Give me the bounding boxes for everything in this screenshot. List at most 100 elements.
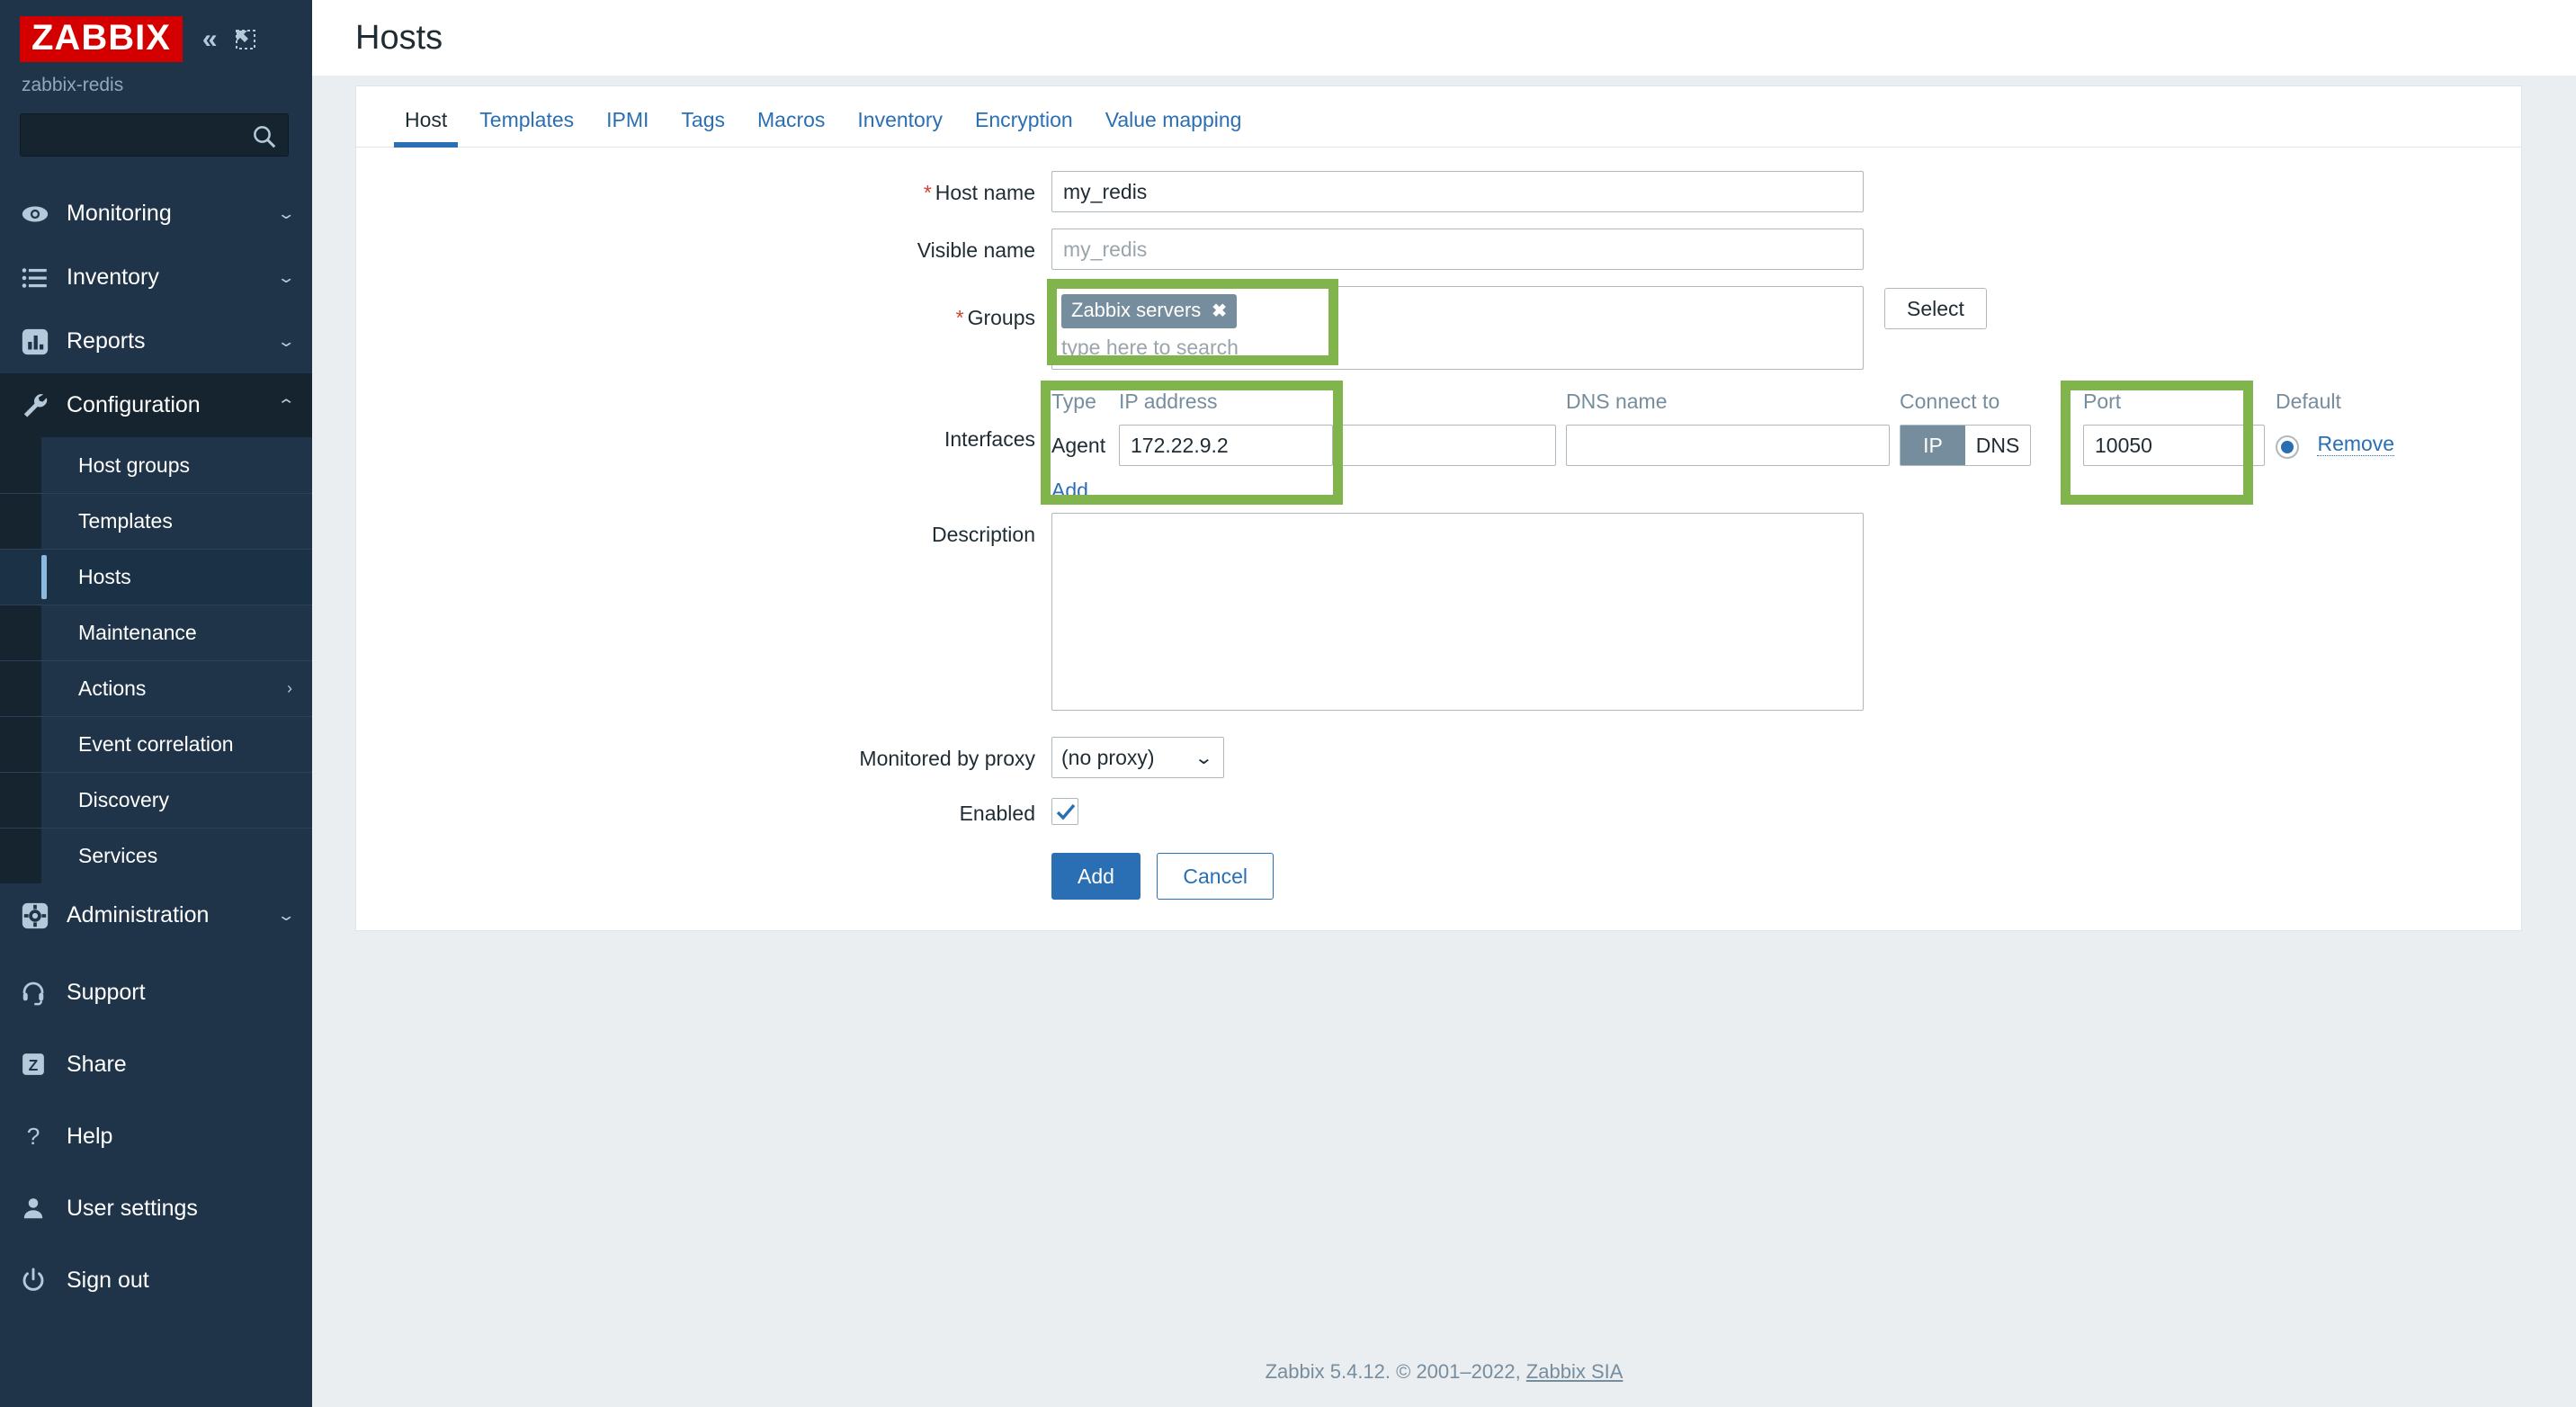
add-button[interactable]: Add xyxy=(1051,853,1140,900)
enabled-checkbox[interactable] xyxy=(1051,798,1078,825)
interface-ip-cell xyxy=(1110,425,1333,466)
col-dns-name: DNS name xyxy=(1566,390,1890,414)
groups-search-placeholder[interactable]: type here to search xyxy=(1061,336,1854,360)
host-form-card: Host Templates IPMI Tags Macros Inventor… xyxy=(355,85,2522,931)
select-button[interactable]: Select xyxy=(1884,288,1987,329)
eye-icon xyxy=(20,199,61,229)
sidebar-item-support[interactable]: Support xyxy=(0,956,312,1028)
server-name: zabbix-redis xyxy=(22,75,292,96)
actions-spacer xyxy=(356,853,1051,863)
sidebar-lower-nav: Support Z Share ? Help xyxy=(0,956,312,1316)
tab-value-mapping[interactable]: Value mapping xyxy=(1089,108,1258,147)
interface-ip-extra-input[interactable] xyxy=(1333,425,1556,466)
field-visible-name: Visible name xyxy=(356,229,2521,270)
sidebar-item-user-settings[interactable]: User settings xyxy=(0,1172,312,1244)
interface-port-input[interactable] xyxy=(2083,425,2265,466)
sidebar-item-services[interactable]: Services xyxy=(0,828,312,883)
page-header: Hosts xyxy=(312,0,2576,76)
tab-ipmi[interactable]: IPMI xyxy=(590,108,665,147)
description-textarea[interactable] xyxy=(1051,513,1864,711)
sidebar-subitem-label: Host groups xyxy=(78,453,190,478)
add-interface-link[interactable]: Add xyxy=(1051,479,1088,504)
tab-tags[interactable]: Tags xyxy=(665,108,741,147)
sidebar-subitem-label: Services xyxy=(78,844,157,868)
sidebar-item-label: Inventory xyxy=(67,264,280,291)
svg-text:Z: Z xyxy=(29,1056,39,1074)
interface-ip-input[interactable] xyxy=(1119,425,1333,466)
proxy-select[interactable]: (no proxy) xyxy=(1051,737,1224,778)
sidebar-item-reports[interactable]: Reports ⌄ xyxy=(0,309,312,373)
cancel-button[interactable]: Cancel xyxy=(1157,853,1274,900)
field-description: Description xyxy=(356,513,2521,715)
sidebar-item-hosts[interactable]: Hosts xyxy=(0,549,312,605)
bar-chart-icon xyxy=(20,327,61,357)
sidebar-item-sign-out[interactable]: Sign out xyxy=(0,1244,312,1316)
footer-link[interactable]: Zabbix SIA xyxy=(1526,1360,1623,1383)
remove-interface-link[interactable]: Remove xyxy=(2317,432,2394,456)
tab-inventory[interactable]: Inventory xyxy=(841,108,959,147)
form-tabs: Host Templates IPMI Tags Macros Inventor… xyxy=(356,86,2521,148)
tab-macros[interactable]: Macros xyxy=(741,108,841,147)
sidebar-item-configuration[interactable]: Configuration ⌃ xyxy=(0,373,312,437)
visible-name-input[interactable] xyxy=(1051,229,1864,270)
field-host-name: *Host name xyxy=(356,171,2521,212)
groups-multiselect-wrap: Zabbix servers ✖ type here to search Sel… xyxy=(1051,286,1864,370)
connect-to-ip-option[interactable]: IP xyxy=(1901,426,1965,465)
sidebar-item-templates[interactable]: Templates xyxy=(0,493,312,549)
sidebar-item-monitoring[interactable]: Monitoring ⌄ xyxy=(0,182,312,246)
default-interface-radio[interactable] xyxy=(2276,435,2299,459)
col-connect-to: Connect to xyxy=(1900,390,2065,414)
chevron-down-icon: ⌄ xyxy=(276,333,295,351)
col-default: Default xyxy=(2276,390,2521,414)
svg-text:?: ? xyxy=(27,1123,40,1150)
host-name-input[interactable] xyxy=(1051,171,1864,212)
sidebar-item-host-groups[interactable]: Host groups xyxy=(0,437,312,493)
collapse-panel-icon[interactable] xyxy=(234,28,257,51)
sidebar-item-event-correlation[interactable]: Event correlation xyxy=(0,716,312,772)
interface-row: Agent xyxy=(1051,425,2521,466)
field-interfaces: Interfaces Type IP address DNS name Conn… xyxy=(356,390,2521,504)
sidebar-nav: Monitoring ⌄ Inventory ⌄ xyxy=(0,182,312,947)
description-label: Description xyxy=(356,513,1051,547)
search-input[interactable] xyxy=(20,113,289,157)
sidebar-item-label: Share xyxy=(67,1052,292,1078)
sidebar-item-share[interactable]: Z Share xyxy=(0,1028,312,1100)
field-enabled: Enabled xyxy=(356,798,2521,826)
interface-port-cell xyxy=(2074,425,2265,466)
close-icon[interactable]: ✖ xyxy=(1212,300,1227,322)
groups-multiselect[interactable]: Zabbix servers ✖ type here to search xyxy=(1051,286,1864,370)
power-icon xyxy=(20,1267,61,1294)
sidebar-item-label: Administration xyxy=(67,902,280,928)
field-proxy: Monitored by proxy (no proxy) ⌄ xyxy=(356,737,2521,778)
sidebar-item-administration[interactable]: Administration ⌄ xyxy=(0,883,312,947)
groups-control: Zabbix servers ✖ type here to search Sel… xyxy=(1051,286,2521,370)
tab-host[interactable]: Host xyxy=(389,108,463,147)
sidebar-submenu-configuration: Host groups Templates Hosts Maintenance … xyxy=(0,437,312,883)
interfaces-header-row: Type IP address DNS name Connect to Port… xyxy=(1051,390,2521,414)
sidebar-subitem-label: Actions xyxy=(78,677,146,701)
col-spacer xyxy=(1333,390,1556,414)
search-icon[interactable] xyxy=(251,123,278,155)
host-name-control xyxy=(1051,171,2521,212)
interface-dns-input[interactable] xyxy=(1566,425,1890,466)
connect-to-toggle[interactable]: IP DNS xyxy=(1900,425,2031,466)
sidebar-item-help[interactable]: ? Help xyxy=(0,1100,312,1172)
group-chip[interactable]: Zabbix servers ✖ xyxy=(1061,294,1237,328)
sidebar-item-label: Monitoring xyxy=(67,201,280,227)
proxy-label: Monitored by proxy xyxy=(356,737,1051,771)
sidebar-subitem-label: Maintenance xyxy=(78,621,197,645)
sidebar-item-maintenance[interactable]: Maintenance xyxy=(0,605,312,660)
host-name-label: *Host name xyxy=(356,171,1051,205)
sidebar-item-discovery[interactable]: Discovery xyxy=(0,772,312,828)
description-control xyxy=(1051,513,2521,715)
connect-to-dns-option[interactable]: DNS xyxy=(1965,426,2030,465)
tab-templates[interactable]: Templates xyxy=(463,108,590,147)
sidebar-item-actions[interactable]: Actions › xyxy=(0,660,312,716)
tab-encryption[interactable]: Encryption xyxy=(959,108,1089,147)
chevrons-left-icon[interactable]: « xyxy=(202,26,218,53)
sidebar-item-inventory[interactable]: Inventory ⌄ xyxy=(0,246,312,309)
col-ip-address: IP address xyxy=(1110,390,1333,414)
interface-ip-extra-cell xyxy=(1333,425,1556,466)
interfaces-control: Type IP address DNS name Connect to Port… xyxy=(1051,390,2521,504)
interface-connect-to-cell: IP DNS xyxy=(1900,425,2065,466)
